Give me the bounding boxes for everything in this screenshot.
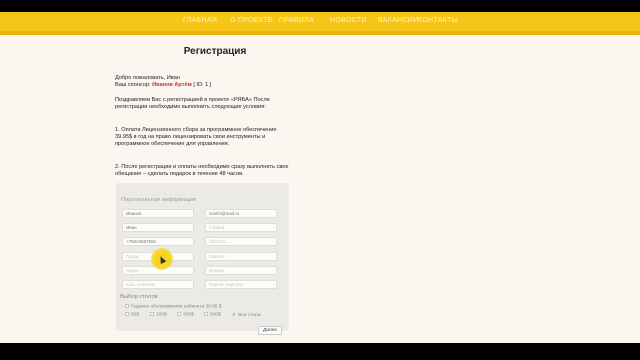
sponsor-label: Ваш спонсор: [115,82,151,88]
email-field[interactable]: ivanfo@mail.ru [205,209,277,218]
table-600-checkbox[interactable] [204,312,208,316]
nav-item-news[interactable]: Новости [330,17,367,24]
nav-item-about[interactable]: О проекте [230,17,273,24]
region-field[interactable]: Область [205,237,277,246]
table-50-checkbox[interactable] [125,312,129,316]
table-600-label: 600$ [210,312,221,318]
table-100-label: 100$ [156,312,167,318]
congrats-text: Поздравляем Вас с регистрацией в проекте… [115,97,270,110]
wallet-field[interactable]: Кош. кошелёк [122,280,194,289]
nav-item-home[interactable]: Главная [183,17,217,24]
table-300-checkbox[interactable] [177,312,181,316]
table-option-600[interactable]: 600$ [204,312,221,317]
annual-fee-option[interactable]: Годовое обслуживание кабинета 39.95 $ [125,304,221,309]
section-personal-info: Персональная информация [121,197,197,203]
country-field[interactable]: Страна [205,223,277,232]
table-50-label: 50$ [131,312,140,318]
password-field[interactable]: Пароль [205,252,277,261]
table-option-100[interactable]: 100$ [150,312,167,317]
page-title: Регистрация [183,46,247,57]
nav-item-contacts[interactable]: Контакты [418,17,458,24]
table-option-all[interactable]: ✓ Все столы [232,312,261,318]
table-option-50[interactable]: 50$ [125,312,139,317]
annual-fee-checkbox[interactable] [125,304,129,308]
zip-field[interactable]: Индекс [205,266,277,275]
section-tables: Выбор столов [120,294,158,300]
browser-viewport: Главная О проекте Правила Новости Ваканс… [0,12,640,343]
table-100-checkbox[interactable] [150,312,154,316]
table-option-300[interactable]: 300$ [177,312,194,317]
next-button[interactable]: Далее [258,326,282,335]
top-navigation: Главная О проекте Правила Новости Ваканс… [0,12,640,31]
sponsor-line: Ваш спонсор: Иванов Артём [ ID: 1 ] [115,82,295,89]
password-confirm-field[interactable]: Пароль ещё раз [205,280,277,289]
condition-1: 1. Оплата Лицензионного сбора за програм… [115,127,277,147]
welcome-text: Добро пожаловать, Иван [115,75,180,81]
first-name-field[interactable]: Иван [122,223,194,232]
condition-2: 2. После регистрации и оплаты необходимо… [115,164,289,177]
annual-fee-label: Годовое обслуживание кабинета 39.95 $ [131,304,222,310]
nav-item-rules[interactable]: Правила [279,17,314,24]
sponsor-name: Иванов Артём [152,82,192,88]
all-tables-label: Все столы [238,313,262,318]
last-name-field[interactable]: Иванов [122,209,194,218]
sponsor-id: [ ID: 1 ] [193,82,212,88]
table-300-label: 300$ [183,312,194,318]
checkmark-icon: ✓ [232,312,237,318]
navbar-underline [0,31,640,35]
nav-item-vacancies[interactable]: Вакансии [378,17,418,24]
phone-field[interactable]: +79234567891 [122,237,194,246]
